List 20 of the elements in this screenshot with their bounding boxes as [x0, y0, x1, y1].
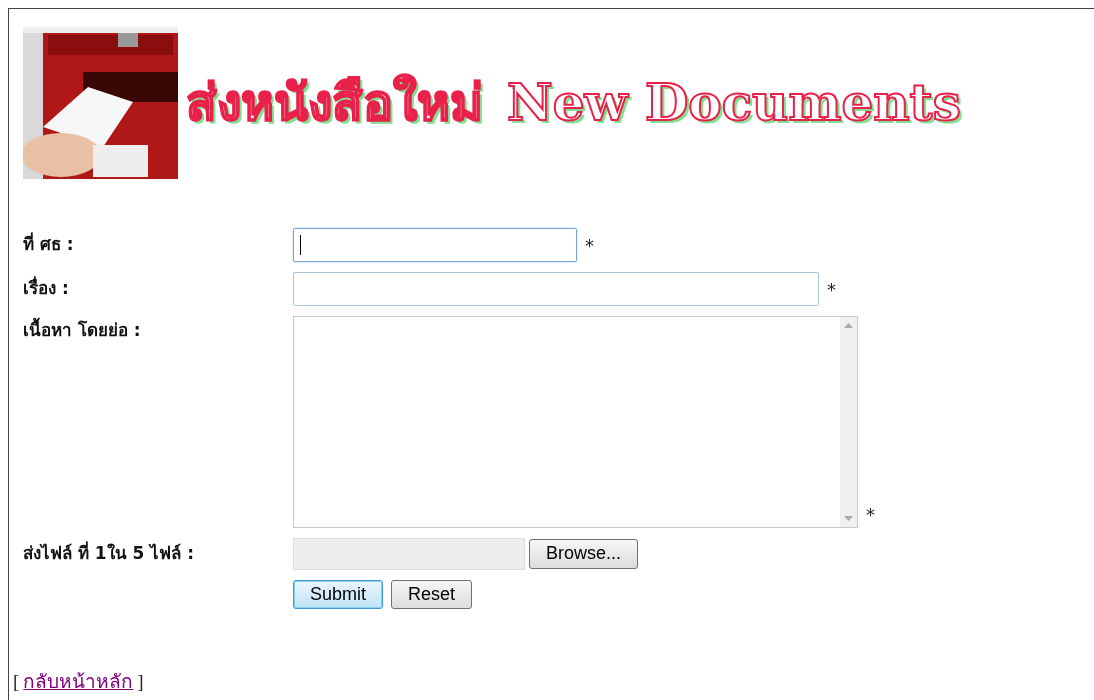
input-field[interactable] [293, 272, 819, 306]
field-label: ที่ ศธ : [23, 232, 75, 256]
field-label: เรื่อง : [23, 276, 70, 300]
field-label: เนื้อหา โดยย่อ : [23, 318, 293, 344]
required-mark: * [585, 234, 594, 258]
banner-title: New Documents [507, 77, 961, 128]
home-link[interactable]: กลับหน้าหลัก [23, 667, 134, 696]
reset-button[interactable]: Reset [391, 580, 473, 610]
field-label: ส่งไฟล์ ที่ 1ใน 5 ไฟล์ : [23, 541, 196, 566]
text-area[interactable] [293, 316, 858, 528]
required-mark: * [866, 503, 875, 527]
bracket: [ [13, 669, 20, 694]
submit-button[interactable]: Submit [293, 580, 384, 610]
browse-button[interactable]: Browse... [529, 539, 639, 569]
bracket: ] [137, 669, 144, 694]
scroll-down-icon[interactable] [844, 516, 853, 521]
required-mark: * [827, 278, 836, 302]
file-field[interactable] [293, 538, 525, 570]
input-field[interactable] [293, 228, 577, 262]
scroll-up-icon[interactable] [844, 323, 853, 328]
